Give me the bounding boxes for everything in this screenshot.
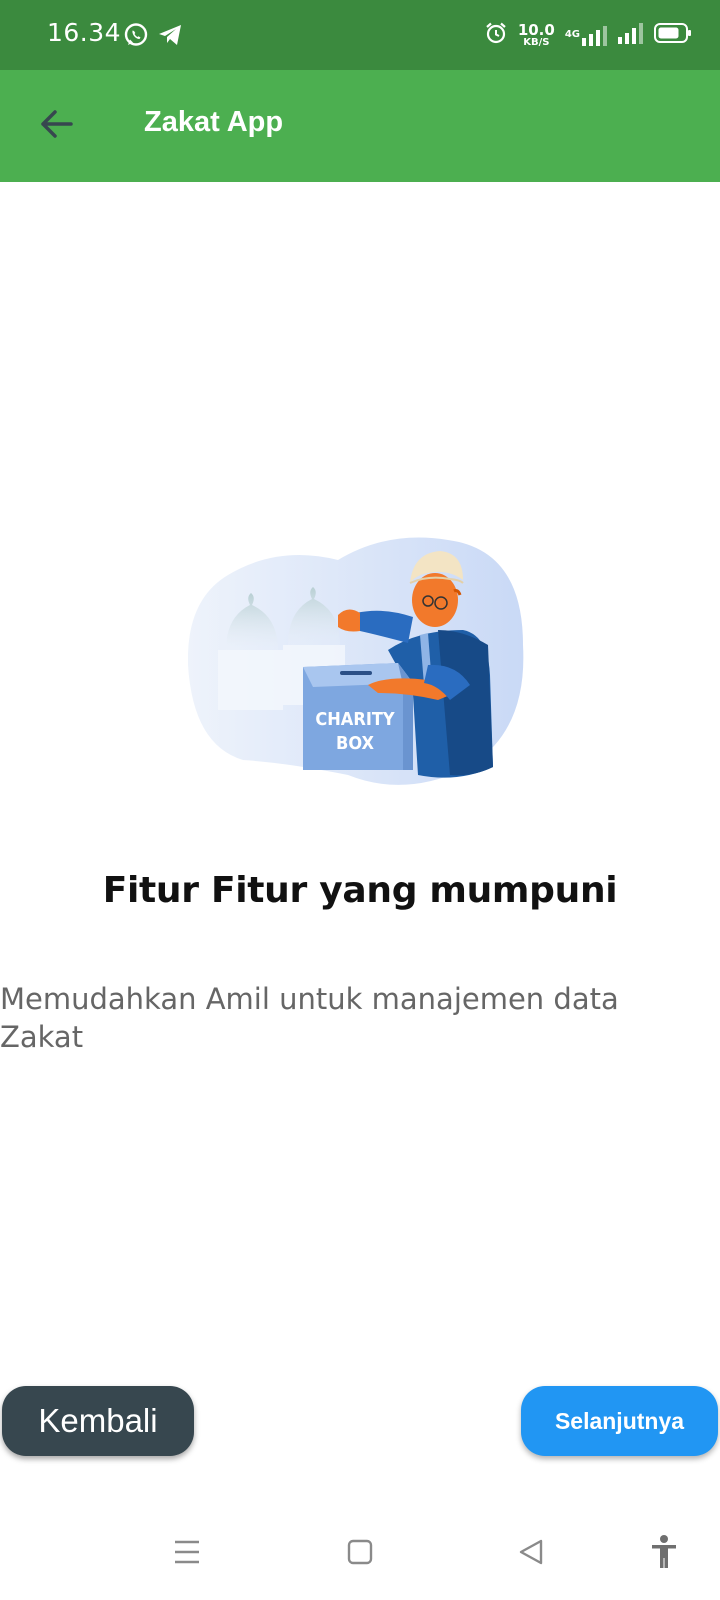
- kembali-button[interactable]: Kembali: [2, 1386, 194, 1456]
- app-title: Zakat App: [144, 106, 284, 138]
- page-description: Memudahkan Amil untuk manajemen data Zak…: [0, 982, 619, 1054]
- home-square-icon: [345, 1537, 375, 1571]
- network-speed-unit: KB/S: [523, 36, 550, 48]
- signal-icon: 4G: [565, 24, 608, 46]
- alarm-icon: [484, 21, 508, 49]
- status-right-icons: 10.0 KB/S 4G: [484, 18, 692, 52]
- arrow-left-icon: [38, 106, 74, 146]
- signal-icon-2: [618, 22, 644, 48]
- box-label-line2: BOX: [336, 733, 374, 754]
- menu-icon: [172, 1537, 202, 1571]
- system-nav-bar: [0, 1508, 720, 1600]
- whatsapp-icon: [123, 22, 149, 48]
- selanjutnya-button[interactable]: Selanjutnya: [521, 1386, 718, 1456]
- app-bar: Zakat App: [0, 70, 720, 182]
- status-bar: 16.34 10.0 KB/S 4G: [0, 0, 720, 70]
- nav-accessibility-button[interactable]: [640, 1530, 688, 1578]
- network-speed-value: 10.0: [517, 20, 555, 39]
- battery-icon: [654, 22, 692, 48]
- telegram-icon: [157, 22, 183, 48]
- back-button[interactable]: [30, 100, 82, 152]
- box-label-line1: CHARITY: [315, 709, 395, 730]
- accessibility-icon: [649, 1534, 679, 1574]
- status-time: 16.34: [47, 18, 122, 47]
- network-speed: 10.0 KB/S: [517, 20, 555, 48]
- charity-box-illustration: CHARITY BOX: [187, 535, 533, 790]
- back-triangle-icon: [516, 1537, 546, 1571]
- nav-home-button[interactable]: [336, 1530, 384, 1578]
- network-type: 4G: [564, 29, 580, 40]
- nav-back-button[interactable]: [507, 1530, 555, 1578]
- nav-menu-button[interactable]: [163, 1530, 211, 1578]
- page-heading: Fitur Fitur yang mumpuni: [102, 870, 618, 911]
